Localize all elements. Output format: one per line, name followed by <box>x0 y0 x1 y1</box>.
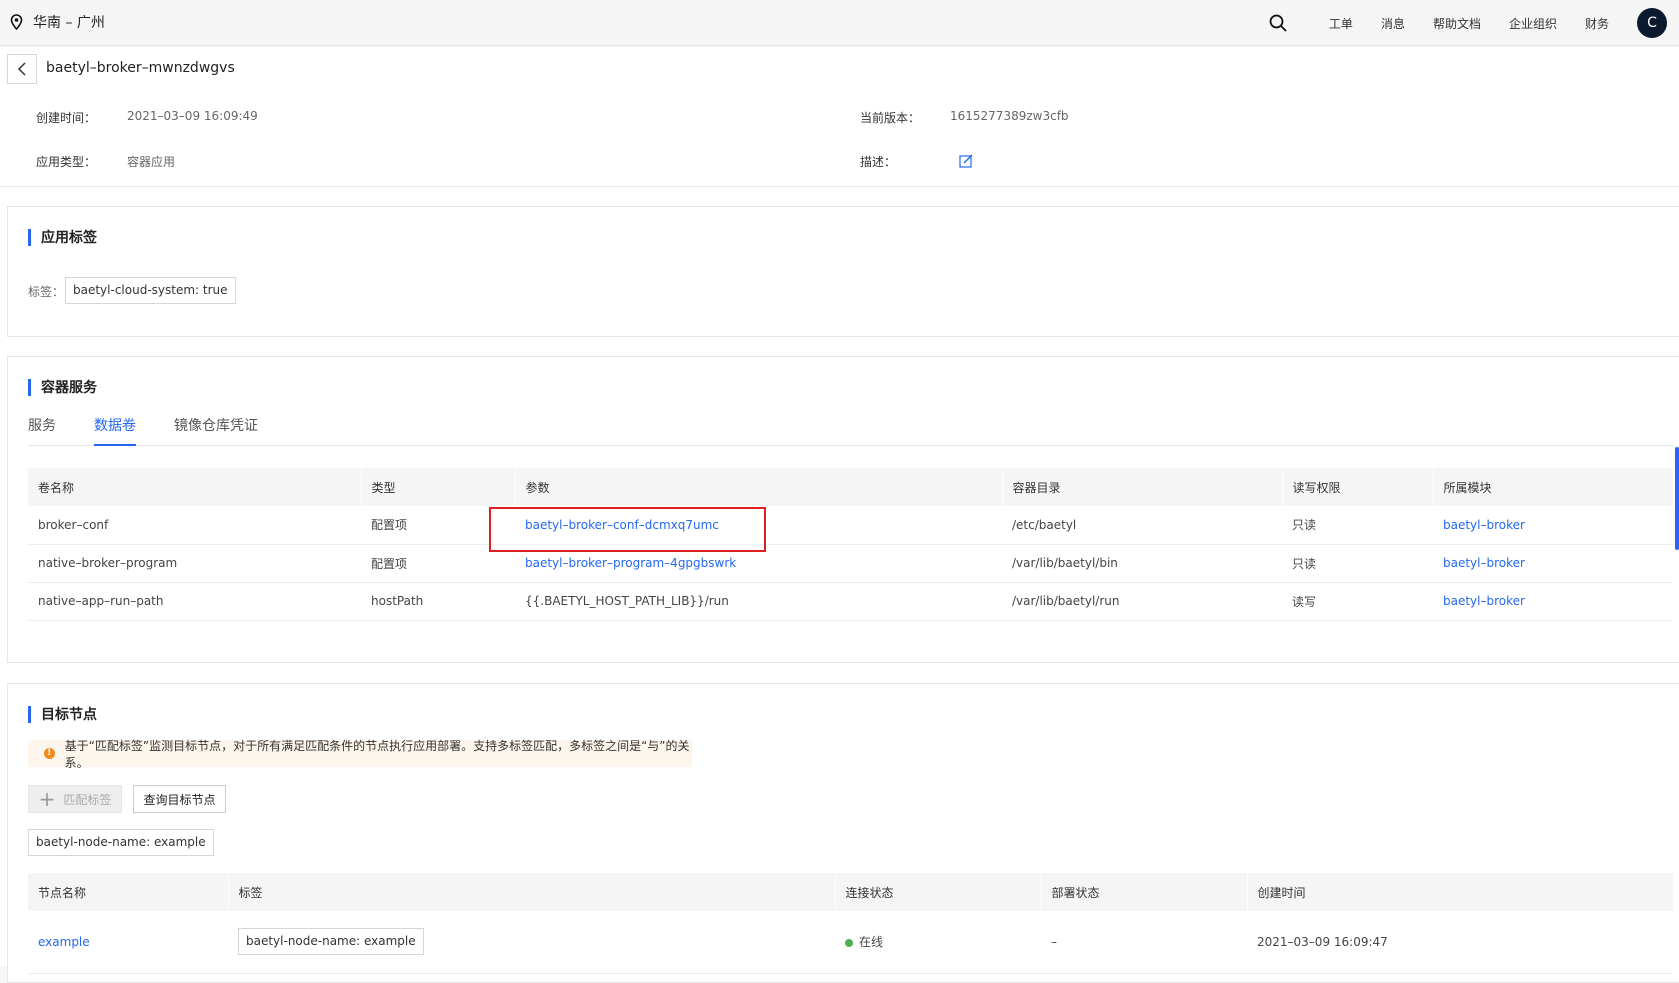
app-type: 应用类型： 容器应用 <box>36 153 175 170</box>
created-time-label: 创建时间： <box>36 111 97 125</box>
top-bar: 华南 – 广州 工单 消息 帮助文档 企业组织 财务 C <box>0 0 1679 46</box>
avatar[interactable]: C <box>1637 8 1667 38</box>
current-version: 当前版本： 1615277389zw3cfb <box>860 109 1069 126</box>
table-row: broker–conf 配置项 baetyl–broker–conf–dcmxq… <box>28 506 1673 545</box>
col-connection-status: 连接状态 <box>834 873 1041 911</box>
connection-status-text: 在线 <box>859 935 884 950</box>
app-labels-title-text: 应用标签 <box>41 230 97 246</box>
location-pin-icon <box>10 14 23 30</box>
scrollbar[interactable] <box>1675 447 1679 550</box>
query-target-nodes-button[interactable]: 查询目标节点 <box>133 785 226 813</box>
table-row: native–app–run–path hostPath {{.BAETYL_H… <box>28 582 1673 621</box>
col-type: 类型 <box>360 468 515 506</box>
col-volume-name: 卷名称 <box>28 468 361 506</box>
tab-services[interactable]: 服务 <box>28 415 56 446</box>
app-header: baetyl–broker–mwnzdwgvs 创建时间： 2021–03–09… <box>0 47 1679 187</box>
volume-param: {{.BAETYL_HOST_PATH_LIB}}/run <box>515 582 1002 621</box>
page-title: baetyl–broker–mwnzdwgvs <box>46 60 235 76</box>
online-status-dot <box>845 938 853 947</box>
volume-type: hostPath <box>361 582 515 621</box>
volume-dir: /etc/baetyl <box>1002 506 1282 545</box>
volume-name: broker–conf <box>28 506 361 545</box>
col-labels: 标签 <box>227 873 835 911</box>
add-match-label-button[interactable]: + 匹配标签 <box>28 785 122 813</box>
volume-dir: /var/lib/baetyl/bin <box>1002 544 1282 583</box>
add-match-label-text: 匹配标签 <box>63 792 112 807</box>
page-content: baetyl–broker–mwnzdwgvs 创建时间： 2021–03–09… <box>0 47 1679 983</box>
target-nodes-card: 目标节点 ! 基于“匹配标签”监测目标节点，对于所有满足匹配条件的节点执行应用部… <box>7 683 1679 983</box>
volume-module-link[interactable]: baetyl–broker <box>1433 544 1673 583</box>
node-connection-status: 在线 <box>835 911 1041 974</box>
container-service-title: 容器服务 <box>28 377 97 397</box>
volume-module-link[interactable]: baetyl–broker <box>1433 582 1673 621</box>
created-time-value: 2021–03–09 16:09:49 <box>127 109 258 123</box>
col-created-time: 创建时间 <box>1246 873 1673 911</box>
nodes-table: 节点名称 标签 连接状态 部署状态 创建时间 example baetyl-no… <box>28 873 1673 974</box>
top-nav: 工单 消息 帮助文档 企业组织 财务 C <box>1269 0 1679 46</box>
col-params: 参数 <box>514 468 1002 506</box>
node-label-cell: baetyl-node-name: example <box>228 911 835 974</box>
volume-permission: 只读 <box>1282 544 1433 583</box>
match-label-tag: baetyl-node-name: example <box>28 829 214 856</box>
container-service-title-text: 容器服务 <box>41 380 97 396</box>
app-type-value: 容器应用 <box>127 155 176 169</box>
info-notice: ! 基于“匹配标签”监测目标节点，对于所有满足匹配条件的节点执行应用部署。支持多… <box>28 739 692 770</box>
nav-finance[interactable]: 财务 <box>1585 15 1609 32</box>
table-row: native–broker–program 配置项 baetyl–broker–… <box>28 544 1673 583</box>
nav-messages[interactable]: 消息 <box>1381 15 1405 32</box>
tab-registry-credentials[interactable]: 镜像仓库凭证 <box>174 415 258 446</box>
nav-help-docs[interactable]: 帮助文档 <box>1433 15 1481 32</box>
table-row: example baetyl-node-name: example 在线 – 2… <box>28 911 1673 974</box>
section-accent-bar <box>28 378 31 396</box>
target-nodes-title: 目标节点 <box>28 704 97 724</box>
notice-text: 基于“匹配标签”监测目标节点，对于所有满足匹配条件的节点执行应用部署。支持多标签… <box>64 738 690 770</box>
col-deploy-status: 部署状态 <box>1040 873 1247 911</box>
tab-volumes[interactable]: 数据卷 <box>94 415 136 446</box>
col-module: 所属模块 <box>1432 468 1673 506</box>
col-container-dir: 容器目录 <box>1001 468 1282 506</box>
col-permission: 读写权限 <box>1281 468 1433 506</box>
edit-icon[interactable] <box>959 153 973 172</box>
volume-permission: 读写 <box>1282 582 1433 621</box>
region-selector[interactable]: 华南 – 广州 <box>10 12 105 32</box>
container-tabs: 服务 数据卷 镜像仓库凭证 <box>28 415 1673 446</box>
app-label-tag: baetyl-cloud-system: true <box>65 277 236 304</box>
volume-dir: /var/lib/baetyl/run <box>1002 582 1282 621</box>
description: 描述： <box>860 153 896 170</box>
app-labels-card: 应用标签 标签： baetyl-cloud-system: true <box>7 206 1679 337</box>
back-button[interactable] <box>7 54 37 84</box>
description-label: 描述： <box>860 155 897 169</box>
app-labels-title: 应用标签 <box>28 227 97 247</box>
search-icon[interactable] <box>1269 14 1287 32</box>
highlight-box <box>489 507 766 552</box>
region-label: 华南 – 广州 <box>33 15 105 31</box>
section-accent-bar <box>28 228 31 246</box>
volume-module-link[interactable]: baetyl–broker <box>1433 506 1673 545</box>
node-name-link[interactable]: example <box>28 911 228 974</box>
current-version-label: 当前版本： <box>860 111 921 125</box>
warning-icon: ! <box>44 748 55 759</box>
volumes-table-header: 卷名称 类型 参数 容器目录 读写权限 所属模块 <box>28 468 1673 506</box>
node-label-tag: baetyl-node-name: example <box>238 928 424 956</box>
node-created-time: 2021–03–09 16:09:47 <box>1247 911 1673 974</box>
nodes-table-header: 节点名称 标签 连接状态 部署状态 创建时间 <box>28 873 1673 911</box>
volumes-table: 卷名称 类型 参数 容器目录 读写权限 所属模块 broker–conf 配置项… <box>28 468 1673 621</box>
target-nodes-title-text: 目标节点 <box>41 707 97 723</box>
plus-icon: + <box>38 787 56 811</box>
node-deploy-status: – <box>1041 911 1247 974</box>
volume-name: native–app–run–path <box>28 582 361 621</box>
nav-ticket[interactable]: 工单 <box>1329 15 1353 32</box>
current-version-value: 1615277389zw3cfb <box>950 109 1069 123</box>
container-service-card: 容器服务 服务 数据卷 镜像仓库凭证 卷名称 类型 参数 容器目录 读写权限 所… <box>7 356 1679 663</box>
section-accent-bar <box>28 705 31 723</box>
col-node-name: 节点名称 <box>28 873 228 911</box>
created-time: 创建时间： 2021–03–09 16:09:49 <box>36 109 258 126</box>
app-type-label: 应用类型： <box>36 155 97 169</box>
chevron-left-icon <box>17 62 26 76</box>
nav-organization[interactable]: 企业组织 <box>1509 15 1557 32</box>
label-prefix: 标签： <box>28 285 65 299</box>
volume-permission: 只读 <box>1282 506 1433 545</box>
volume-name: native–broker–program <box>28 544 361 583</box>
